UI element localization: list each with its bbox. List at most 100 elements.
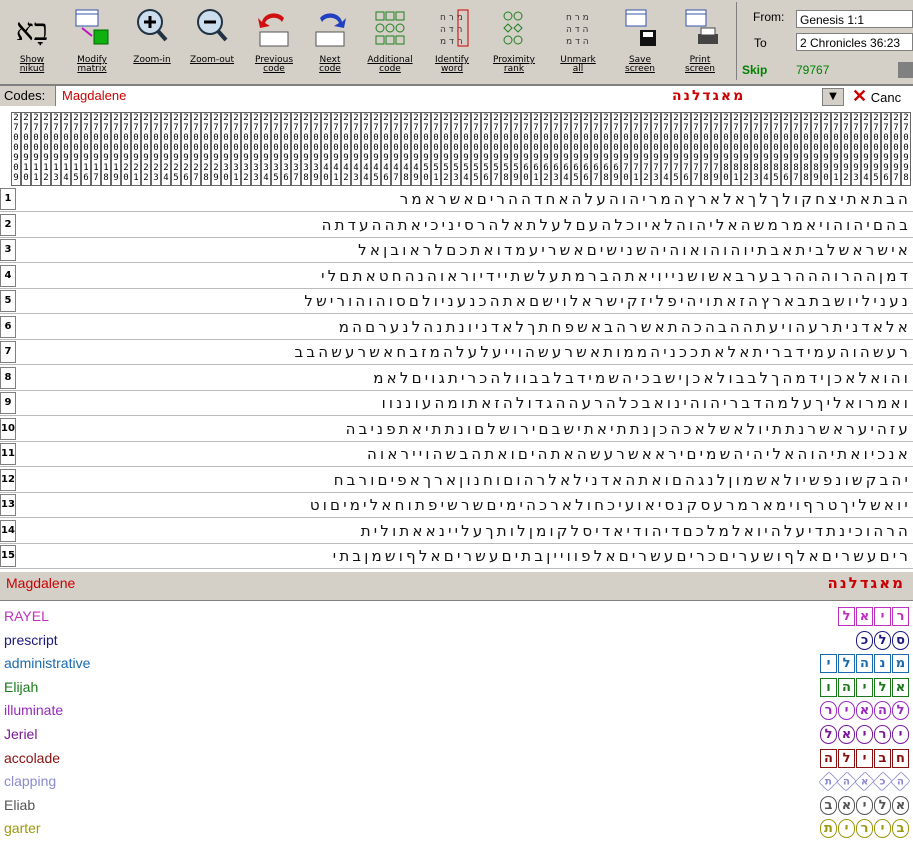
matrix-row[interactable]: והואלאכןידמהךלבבולאכןישבכיהשמידבלבבוולהכ… bbox=[18, 367, 911, 389]
term-label[interactable]: Elijah bbox=[4, 676, 38, 698]
matrix-row[interactable]: אנכיואתיהוהאליהיהשמיםיראאשרעשהאתהיםואתהב… bbox=[18, 443, 911, 465]
zoom-in-icon bbox=[132, 6, 172, 52]
row-divider bbox=[0, 491, 913, 493]
column-header: 2700946 bbox=[381, 112, 391, 186]
identify-word-button[interactable]: מ ר חה ד הה ד מ Identify word bbox=[424, 2, 480, 82]
application-window: בָא Show nikud Modify matrix Zoom-in Zoo… bbox=[0, 0, 913, 842]
column-header: 2700978 bbox=[701, 112, 711, 186]
modify-matrix-button[interactable]: Modify matrix bbox=[64, 2, 120, 82]
next-code-button[interactable]: Next code bbox=[302, 2, 358, 82]
term-label[interactable]: illuminate bbox=[4, 699, 63, 721]
column-header: 2700934 bbox=[261, 112, 271, 186]
zoom-in-button[interactable]: Zoom-in bbox=[124, 2, 180, 82]
zoom-out-button[interactable]: Zoom-out bbox=[184, 2, 240, 82]
scroll-handle[interactable] bbox=[898, 62, 913, 78]
skip-label: Skip bbox=[742, 63, 768, 77]
row-number: 11 bbox=[0, 443, 16, 465]
term-label[interactable]: Eliab bbox=[4, 794, 35, 816]
svg-text:ה ד ה: ה ד ה bbox=[566, 25, 589, 35]
to-field[interactable]: 2 Chronicles 36:23 bbox=[796, 33, 913, 51]
column-header: 2700960 bbox=[521, 112, 531, 186]
column-header: 2700925 bbox=[171, 112, 181, 186]
matrix-row[interactable]: רעשהוהעמידבריתאלאתככניהממותאשרעשהוייעלעל… bbox=[18, 341, 911, 363]
term-letter: ר bbox=[856, 819, 873, 839]
matrix-row[interactable]: נעניליושבתבארץהזאתויהיפליזקישראלוישםאתהכ… bbox=[18, 290, 911, 312]
column-header: 2700918 bbox=[101, 112, 111, 186]
matrix-row[interactable]: דמןההרוהההרבערבאשושנייויאתהברמתעלשתיידיו… bbox=[18, 265, 911, 287]
codes-dropdown[interactable]: ▼ bbox=[822, 88, 844, 106]
matrix-row[interactable]: בהםיהוהויאמרמשהאליהוהלאיוכלהעםלעלתאלהרסי… bbox=[18, 214, 911, 236]
unmark-all-button[interactable]: מ ר חה ד הה ד מ Unmark all bbox=[550, 2, 606, 82]
column-header: 2700951 bbox=[431, 112, 441, 186]
from-label: From: bbox=[753, 10, 785, 24]
term-label[interactable]: RAYEL bbox=[4, 605, 49, 627]
print-icon bbox=[680, 6, 720, 52]
term-label[interactable]: prescript bbox=[4, 629, 58, 651]
term-label[interactable]: garter bbox=[4, 817, 41, 839]
term-label[interactable]: clapping bbox=[4, 770, 56, 792]
term-glyphs: הכאהת bbox=[818, 770, 911, 792]
row-number: 13 bbox=[0, 494, 16, 516]
matrix-row[interactable]: עזהיעראשרנתתיולאשלאכהכןנתתיאתישבםירושלםו… bbox=[18, 418, 911, 440]
from-field[interactable]: Genesis 1:1 bbox=[796, 10, 913, 28]
column-header: 2700944 bbox=[361, 112, 371, 186]
row-number: 9 bbox=[0, 392, 16, 414]
cancel-button[interactable]: ✕ Canc bbox=[852, 86, 901, 106]
term-glyphs: אליהו bbox=[819, 676, 909, 698]
column-header: 2700928 bbox=[201, 112, 211, 186]
previous-code-button[interactable]: Previous code bbox=[246, 2, 302, 82]
skip-value: 79767 bbox=[796, 63, 830, 77]
codes-value[interactable]: Magdalene bbox=[62, 86, 126, 106]
row-number: 1 bbox=[0, 188, 16, 210]
term-letter: ה bbox=[856, 654, 873, 674]
column-header: 2700975 bbox=[671, 112, 681, 186]
column-header: 2700948 bbox=[401, 112, 411, 186]
matrix-row[interactable]: ריםעשריםאלףושעריםכריםעשריםאלפווייןבתיםעש… bbox=[18, 545, 911, 567]
term-letter: כ bbox=[856, 630, 873, 650]
term-label[interactable]: accolade bbox=[4, 747, 60, 769]
column-header: 2700947 bbox=[391, 112, 401, 186]
row-divider bbox=[0, 542, 913, 544]
column-header: 2700936 bbox=[281, 112, 291, 186]
column-header: 2700980 bbox=[721, 112, 731, 186]
matrix-row[interactable]: הבתאתיצחקולךלךאלארץהמריהוהעלהאחדההריםאשר… bbox=[18, 188, 911, 210]
row-divider bbox=[0, 236, 913, 238]
column-header: 2700916 bbox=[81, 112, 91, 186]
row-number: 2 bbox=[0, 213, 16, 236]
term-label[interactable]: Jeriel bbox=[4, 723, 37, 745]
column-header: 2700930 bbox=[221, 112, 231, 186]
column-header: 2700982 bbox=[741, 112, 751, 186]
term-glyphs: ריאל bbox=[837, 605, 909, 627]
matrix-row[interactable]: יואשליךטרףוימארמרעסקנסיאועיכחולארכהימיםש… bbox=[18, 494, 911, 516]
term-glyphs: אליאב bbox=[819, 794, 909, 816]
term-letter: ל bbox=[838, 654, 855, 674]
column-header: 2700962 bbox=[541, 112, 551, 186]
matrix-row[interactable]: אישראשלביתאבתיוהוהואוהיהשנישיםאשריעמדואת… bbox=[18, 239, 911, 261]
additional-code-button[interactable]: Additional code bbox=[362, 2, 418, 82]
row-divider bbox=[0, 440, 913, 442]
show-nikud-button[interactable]: בָא Show nikud bbox=[4, 2, 60, 82]
matrix-row[interactable]: יהבקשונפשיולאשמוןלנגהםואתהאדנילאלרהוםוחנ… bbox=[18, 469, 911, 491]
matrix-row[interactable]: אלאדניתרעהויעתההבהכהתאשרהבאשפחתךלאדניונת… bbox=[18, 316, 911, 338]
column-header: 2700973 bbox=[651, 112, 661, 186]
matrix-code-label: Magdalene bbox=[6, 575, 76, 591]
term-letter: מ bbox=[892, 654, 909, 674]
matrix-row[interactable]: הרהוכינתדיעלהיואלמלכםדיהודיאדיסלקומןלותך… bbox=[18, 520, 911, 542]
term-letter: י bbox=[892, 725, 909, 744]
term-letter: ה bbox=[874, 701, 891, 721]
column-header: 2700981 bbox=[731, 112, 741, 186]
term-letter: ר bbox=[892, 607, 909, 626]
close-icon: ✕ bbox=[852, 86, 868, 106]
term-letter: נ bbox=[874, 654, 891, 674]
column-header: 2700913 bbox=[51, 112, 61, 186]
column-header: 2700964 bbox=[561, 112, 571, 186]
term-letter: ת bbox=[820, 819, 837, 839]
proximity-rank-button[interactable]: Proximity rank bbox=[486, 2, 542, 82]
save-screen-button[interactable]: Save screen bbox=[612, 2, 668, 82]
column-header: 2700974 bbox=[661, 112, 671, 186]
matrix-row[interactable]: ואמרואליךעלמהדבריהוהינואבכלהרעההגדולהזאת… bbox=[18, 392, 911, 414]
term-letter: ת bbox=[818, 771, 839, 792]
term-label[interactable]: administrative bbox=[4, 652, 90, 674]
term-letter: ו bbox=[820, 677, 837, 697]
print-screen-button[interactable]: Print screen bbox=[672, 2, 728, 82]
